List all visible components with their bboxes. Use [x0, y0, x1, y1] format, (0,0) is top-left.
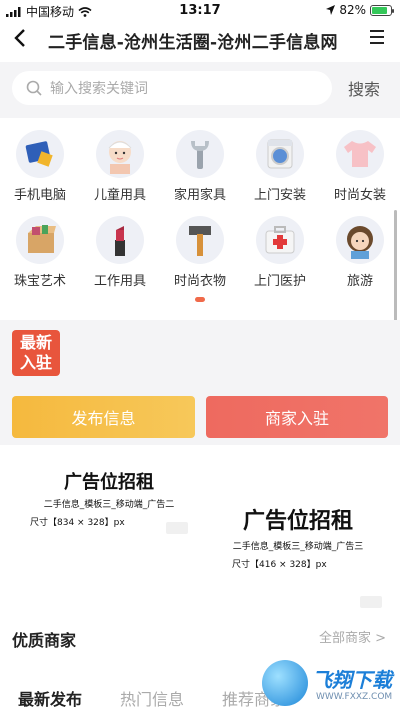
- category-item[interactable]: 时尚女装: [320, 130, 400, 203]
- category-item[interactable]: 珠宝艺术: [0, 216, 80, 289]
- category-item[interactable]: 上门医护: [240, 216, 320, 289]
- menu-line: [370, 36, 384, 38]
- watermark-text: 飞翔下载: [312, 668, 392, 692]
- category-label: 上门医护: [253, 274, 306, 289]
- category-item[interactable]: 家用家具: [160, 130, 240, 203]
- tab-bar: 最新发布 热门信息 推荐商家: [18, 686, 286, 710]
- ad-title: 广告位招租: [64, 472, 154, 493]
- search-icon: [26, 80, 42, 96]
- category-label: 上门安装: [253, 188, 306, 203]
- promo-area: 最新 入驻 发布信息 商家入驻: [0, 320, 400, 445]
- ad-desc: 二手信息_模板三_移动端_广告三: [232, 542, 364, 552]
- new-merchant-badge: 最新 入驻: [12, 330, 60, 376]
- battery-percent: 82%: [339, 3, 366, 17]
- category-label: 工作用具: [93, 274, 146, 289]
- ad-size: 尺寸【416 × 328】px: [232, 560, 327, 570]
- ad-tag: [166, 522, 188, 534]
- ad-title: 广告位招租: [242, 509, 353, 534]
- section-title: 优质商家: [12, 631, 77, 650]
- status-bar: 中国移动 13:17 82%: [0, 0, 400, 22]
- battery-icon: [370, 4, 394, 16]
- category-item[interactable]: 旅游: [320, 216, 400, 289]
- category-item[interactable]: 儿童用具: [80, 130, 160, 203]
- washing-machine-icon: [256, 130, 304, 178]
- battery-fill: [372, 6, 387, 14]
- page-title: 二手信息-沧州生活圈-沧州二手信息网: [48, 33, 338, 53]
- medical-kit-icon: [256, 216, 304, 264]
- category-label: 家用家具: [173, 188, 226, 203]
- tshirt-icon: [336, 130, 384, 178]
- category-label: 珠宝艺术: [13, 274, 66, 289]
- tab-hot[interactable]: 热门信息: [120, 686, 184, 710]
- search-input[interactable]: 输入搜索关键词: [12, 71, 332, 105]
- merchant-join-button[interactable]: 商家入驻: [206, 396, 388, 438]
- tab-latest[interactable]: 最新发布: [18, 686, 82, 710]
- badge-line: 最新: [19, 333, 52, 352]
- ad-tag: [360, 596, 382, 608]
- all-merchants-link[interactable]: 全部商家 >: [319, 627, 386, 646]
- wrench-icon: [176, 130, 224, 178]
- category-label: 儿童用具: [93, 188, 146, 203]
- nav-bar: 二手信息-沧州生活圈-沧州二手信息网: [0, 22, 400, 58]
- search-bar: 输入搜索关键词 搜索: [0, 62, 400, 118]
- category-item[interactable]: 时尚衣物: [160, 216, 240, 289]
- location-arrow-icon: [326, 5, 336, 15]
- watermark-logo: 飞翔下载 WWW.FXXZ.COM: [262, 660, 394, 711]
- globe-icon: [262, 660, 308, 706]
- menu-button[interactable]: [370, 30, 384, 48]
- menu-line: [370, 42, 384, 44]
- baby-icon: [96, 130, 144, 178]
- lipstick-icon: [96, 216, 144, 264]
- back-button[interactable]: [14, 26, 26, 54]
- category-item[interactable]: 工作用具: [80, 216, 160, 289]
- category-item[interactable]: 上门安装: [240, 130, 320, 203]
- status-right: 82%: [326, 3, 394, 17]
- category-item[interactable]: 手机电脑: [0, 130, 80, 203]
- badge-line: 入驻: [19, 353, 52, 372]
- watermark-url: WWW.FXXZ.COM: [316, 692, 393, 702]
- category-label: 时尚女装: [333, 188, 386, 203]
- category-label: 手机电脑: [13, 188, 66, 203]
- search-placeholder: 输入搜索关键词: [50, 81, 148, 97]
- ad-banner[interactable]: 广告位招租 二手信息_模板三_移动端_广告三 尺寸【416 × 328】px: [208, 506, 388, 610]
- ad-banner[interactable]: 广告位招租 二手信息_模板三_移动端_广告二 尺寸【834 × 328】px: [14, 470, 204, 550]
- laptop-icon: [16, 130, 64, 178]
- category-label: 时尚衣物: [173, 274, 226, 289]
- category-label: 旅游: [346, 274, 373, 289]
- box-icon: [16, 216, 64, 264]
- search-button[interactable]: 搜索: [348, 76, 380, 100]
- ad-desc: 二手信息_模板三_移动端_广告二: [43, 500, 175, 510]
- page-indicator: [195, 297, 205, 302]
- chevron-left-icon: [14, 29, 25, 47]
- menu-line: [370, 30, 384, 32]
- girl-icon: [336, 216, 384, 264]
- publish-button[interactable]: 发布信息: [12, 396, 195, 438]
- hammer-icon: [176, 216, 224, 264]
